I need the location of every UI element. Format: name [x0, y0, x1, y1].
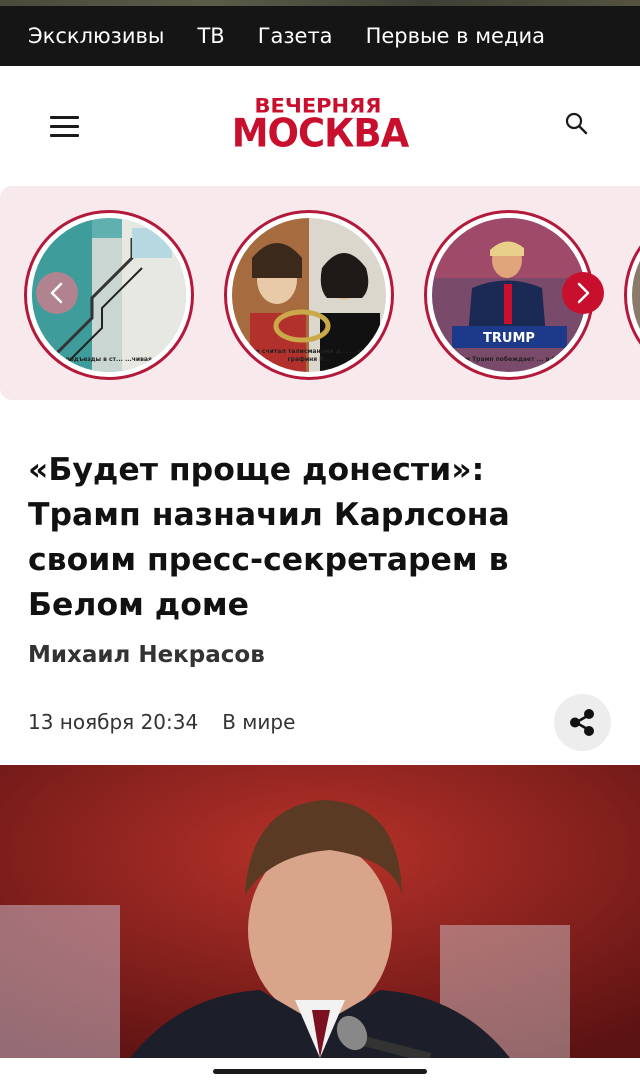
site-header: ВЕЧЕРНЯЯ МОСКВА — [0, 66, 640, 186]
nav-item-newspaper[interactable]: Газета — [258, 24, 333, 48]
hamburger-menu-icon[interactable] — [50, 116, 79, 138]
chevron-right-icon — [577, 282, 590, 304]
carousel-prev-button[interactable] — [36, 272, 78, 314]
search-icon[interactable] — [564, 111, 590, 137]
stories-carousel: ...в СССР подъезды в ст... ...чивая крас… — [0, 186, 640, 400]
article-author[interactable]: Михаил Некрасов — [28, 642, 265, 668]
nav-item-exclusives[interactable]: Эксклюзивы — [28, 24, 164, 48]
share-button[interactable] — [554, 694, 611, 751]
chevron-left-icon — [50, 282, 63, 304]
article-meta: 13 ноября 20:34 В мире — [28, 710, 295, 734]
story-caption: ...чем Трамп побеждает ... в США — [450, 356, 568, 363]
nav-item-first-in-media[interactable]: Первые в медиа — [366, 24, 545, 48]
article-hero-image — [0, 765, 640, 1058]
top-navigation: Эксклюзивы ТВ Газета Первые в медиа — [0, 0, 640, 66]
story-caption: ...в СССР подъезды в ст... ...чивая крас… — [33, 356, 185, 363]
home-indicator[interactable] — [213, 1069, 427, 1074]
share-icon — [570, 709, 594, 736]
svg-text:TRUMP: TRUMP — [483, 331, 535, 346]
article-category[interactable]: В мире — [222, 710, 295, 734]
site-logo[interactable]: ВЕЧЕРНЯЯ МОСКВА — [216, 94, 424, 156]
story-image: ...не считал талисманами д... ...чила гр… — [232, 218, 386, 372]
logo-line2: МОСКВА — [231, 110, 410, 157]
story-item[interactable]: ...не считал талисманами д... ...чила гр… — [224, 210, 394, 380]
carousel-next-button[interactable] — [562, 272, 604, 314]
article-title: «Будет проще донести»: Трамп назначил Ка… — [28, 452, 510, 623]
article-date: 13 ноября 20:34 — [28, 710, 199, 734]
story-item[interactable] — [624, 210, 640, 380]
story-image — [632, 218, 640, 372]
top-nav-items: Эксклюзивы ТВ Газета Первые в медиа — [28, 6, 578, 66]
nav-item-tv[interactable]: ТВ — [197, 24, 224, 48]
story-caption: ...не считал талисманами д... ...чила гр… — [244, 348, 374, 363]
